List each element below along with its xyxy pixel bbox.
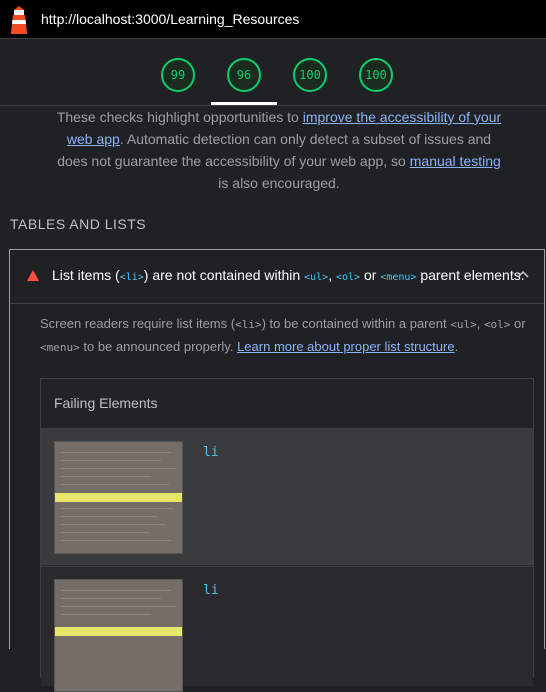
element-screenshot xyxy=(54,441,183,554)
table-row[interactable]: li xyxy=(41,566,533,692)
score-gauges: 99 96 100 100 xyxy=(0,39,546,106)
failing-elements-header: Failing Elements xyxy=(41,379,533,429)
audit-description: Screen readers require list items (<li>)… xyxy=(40,316,526,354)
audit-header[interactable]: List items (<li>) are not contained with… xyxy=(10,250,544,304)
node-label: li xyxy=(203,445,219,460)
node-label: li xyxy=(203,583,219,598)
section-title: TABLES AND LISTS xyxy=(10,216,147,232)
audit-list-item: List items (<li>) are not contained with… xyxy=(9,249,545,692)
category-description: These checks highlight opportunities to … xyxy=(56,109,502,191)
element-screenshot xyxy=(54,579,183,692)
score-gauge-best-practices[interactable]: 100 xyxy=(293,58,327,92)
score-gauge-accessibility[interactable]: 96 xyxy=(227,58,261,92)
score-gauge-seo[interactable]: 100 xyxy=(359,58,393,92)
page-url: http://localhost:3000/Learning_Resources xyxy=(41,11,300,27)
table-row[interactable]: li xyxy=(41,429,533,565)
score-gauge-performance[interactable]: 99 xyxy=(161,58,195,92)
top-bar: http://localhost:3000/Learning_Resources xyxy=(0,0,546,39)
active-tab-indicator xyxy=(211,102,277,105)
learn-more-link[interactable]: Learn more about proper list structure xyxy=(237,339,455,354)
failing-elements-table: Failing Elements li li xyxy=(40,378,534,692)
audit-title: List items (<li>) are not contained with… xyxy=(52,267,525,283)
lighthouse-logo-icon xyxy=(11,6,27,34)
fail-triangle-icon xyxy=(27,270,39,281)
chevron-up-icon[interactable] xyxy=(516,268,530,282)
manual-testing-link[interactable]: manual testing xyxy=(410,153,501,169)
